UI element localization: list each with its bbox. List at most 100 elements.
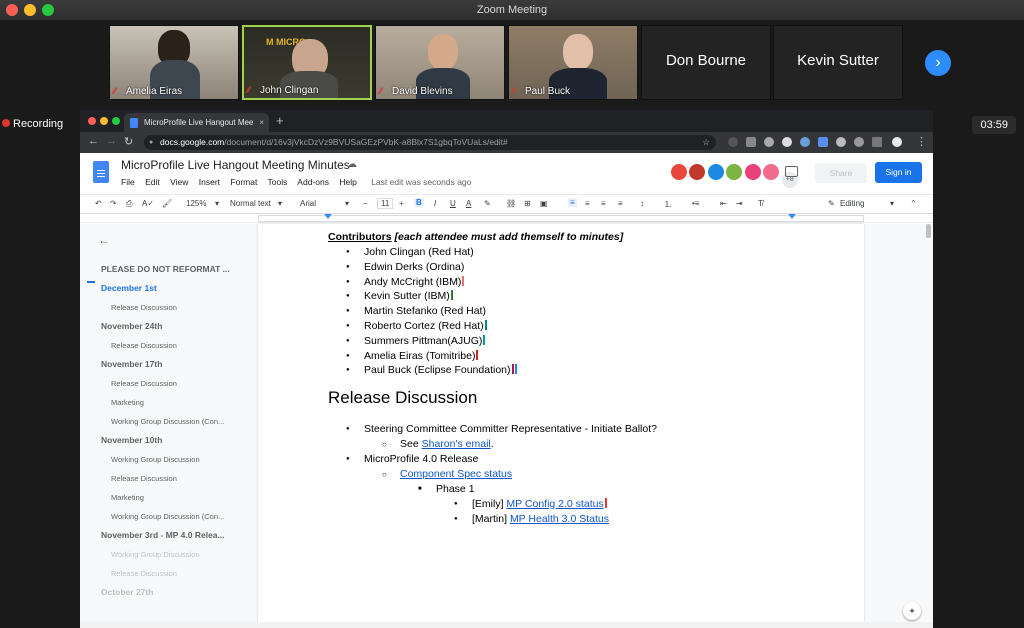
outline-item[interactable]: November 24th	[101, 321, 236, 331]
outline-item[interactable]: Working Group Discussion	[111, 550, 238, 559]
mp-health-link[interactable]: MP Health 3.0 Status	[510, 513, 609, 525]
vertical-scrollbar[interactable]	[926, 224, 931, 238]
outline-item[interactable]: Release Discussion	[111, 303, 238, 312]
menu-tools[interactable]: Tools	[268, 177, 288, 187]
font-size-input[interactable]: 11	[377, 198, 394, 209]
justify-icon[interactable]: ≡	[618, 199, 623, 208]
extension-icon[interactable]	[818, 137, 828, 147]
extension-icon[interactable]	[728, 137, 738, 147]
collapse-menu-icon[interactable]: ⌃	[910, 199, 917, 208]
puzzle-icon[interactable]	[854, 137, 864, 147]
extension-icon[interactable]	[800, 137, 810, 147]
sharon-email-link[interactable]: Sharon's email	[422, 438, 491, 450]
participant-tile-don[interactable]: Don Bourne	[641, 25, 771, 100]
bulleted-list-icon[interactable]: •≡	[692, 199, 699, 208]
align-left-icon[interactable]: ≡	[568, 198, 577, 207]
chevron-right-icon[interactable]: ›	[925, 50, 951, 76]
outline-item[interactable]: Working Group Discussion	[111, 455, 238, 464]
clear-formatting-icon[interactable]: T̸	[758, 199, 763, 208]
numbered-list-icon[interactable]: ⒈	[664, 199, 672, 210]
menu-edit[interactable]: Edit	[145, 177, 160, 187]
participant-tile-paul[interactable]: ⁄⁄ Paul Buck	[508, 25, 638, 100]
right-indent-marker[interactable]	[788, 214, 796, 219]
outline-item[interactable]: Release Discussion	[111, 341, 238, 350]
docs-logo-icon[interactable]	[93, 161, 109, 183]
comment-icon[interactable]	[785, 166, 798, 177]
sign-in-button[interactable]: Sign in	[875, 162, 922, 183]
back-arrow-icon[interactable]: ←	[98, 233, 110, 247]
align-right-icon[interactable]: ≡	[601, 199, 606, 208]
decrease-indent-icon[interactable]: ⇤	[720, 199, 727, 208]
maximize-window-button[interactable]	[42, 4, 54, 16]
new-tab-button[interactable]: +	[276, 113, 284, 128]
avatar[interactable]	[762, 163, 781, 181]
extension-icon[interactable]	[782, 137, 792, 147]
bold-icon[interactable]: B	[414, 198, 424, 207]
menu-help[interactable]: Help	[339, 177, 356, 187]
close-window-button[interactable]	[6, 4, 18, 16]
participant-tile-david[interactable]: ⁄⁄ David Blevins	[375, 25, 505, 100]
outline-item[interactable]: PLEASE DO NOT REFORMAT ...	[101, 264, 236, 274]
increase-indent-icon[interactable]: ⇥	[736, 199, 743, 208]
print-icon[interactable]: ⎙	[126, 199, 132, 209]
increase-size-icon[interactable]: +	[399, 199, 404, 208]
last-edit-status[interactable]: Last edit was seconds ago	[371, 177, 471, 187]
pencil-icon[interactable]: ✎	[828, 199, 835, 208]
close-tab-icon[interactable]: ×	[259, 113, 264, 132]
cast-icon[interactable]	[872, 137, 882, 147]
menu-format[interactable]: Format	[230, 177, 257, 187]
extension-icon[interactable]	[746, 137, 756, 147]
insert-image-icon[interactable]: ▣	[540, 199, 548, 208]
avatar[interactable]	[688, 163, 707, 181]
outline-item[interactable]: Working Group Discussion (Con...	[111, 512, 238, 521]
outline-item[interactable]: October 27th	[101, 587, 236, 597]
font-select[interactable]: Arial	[300, 199, 316, 208]
ruler[interactable]	[80, 214, 933, 223]
share-button[interactable]: Share	[815, 163, 867, 183]
decrease-size-icon[interactable]: −	[363, 199, 368, 208]
browser-minimize-button[interactable]	[100, 117, 108, 125]
participant-tile-kevin[interactable]: Kevin Sutter	[773, 25, 903, 100]
more-vert-icon[interactable]: ⋮	[916, 135, 927, 148]
avatar[interactable]	[725, 163, 744, 181]
menu-view[interactable]: View	[170, 177, 188, 187]
explore-icon[interactable]: ✦	[903, 602, 921, 620]
outline-item[interactable]: November 10th	[101, 435, 236, 445]
link-icon[interactable]: ⛓	[506, 199, 516, 208]
browser-close-button[interactable]	[88, 117, 96, 125]
menu-insert[interactable]: Insert	[199, 177, 220, 187]
browser-maximize-button[interactable]	[112, 117, 120, 125]
forward-icon[interactable]: →	[106, 135, 117, 147]
menu-addons[interactable]: Add-ons	[297, 177, 329, 187]
left-indent-marker[interactable]	[324, 214, 332, 219]
chevron-down-icon[interactable]: ▾	[215, 199, 219, 208]
undo-icon[interactable]: ↶	[95, 199, 102, 208]
zoom-select[interactable]: 125%	[186, 199, 206, 208]
outline-item[interactable]: Working Group Discussion (Con...	[111, 417, 238, 426]
outline-item[interactable]: November 17th	[101, 359, 236, 369]
text-color-icon[interactable]: A	[466, 199, 471, 208]
horizontal-scrollbar[interactable]	[80, 622, 933, 628]
mp-config-link[interactable]: MP Config 2.0 status	[506, 498, 603, 510]
participant-tile-john[interactable]: M MICRO ⁄⁄ John Clingan	[242, 25, 372, 100]
align-center-icon[interactable]: ≡	[585, 199, 590, 208]
back-icon[interactable]: ←	[88, 135, 99, 147]
underline-icon[interactable]: U	[450, 199, 456, 208]
spellcheck-icon[interactable]: A✓	[142, 199, 154, 208]
highlight-icon[interactable]: ✎	[484, 199, 491, 208]
extension-icon[interactable]	[764, 137, 774, 147]
outline-item[interactable]: November 3rd - MP 4.0 Relea...	[101, 530, 236, 540]
editing-mode-select[interactable]: Editing	[840, 199, 864, 208]
url-input[interactable]: ● docs.google.com/document/d/16v3jVkcDzV…	[144, 135, 716, 150]
participant-tile-amelia[interactable]: ⁄⁄ Amelia Eiras	[109, 25, 239, 100]
bookmark-star-icon[interactable]: ☆	[702, 135, 710, 150]
paragraph-style-select[interactable]: Normal text	[230, 199, 271, 208]
tab-docs[interactable]: MicroProfile Live Hangout Mee ×	[124, 113, 269, 132]
line-spacing-icon[interactable]: ↕	[640, 199, 644, 208]
avatar[interactable]	[706, 163, 725, 181]
outline-item[interactable]: Release Discussion	[111, 569, 238, 578]
component-spec-link[interactable]: Component Spec status	[400, 468, 512, 480]
extension-icon[interactable]	[836, 137, 846, 147]
avatar[interactable]	[743, 163, 762, 181]
minimize-window-button[interactable]	[24, 4, 36, 16]
